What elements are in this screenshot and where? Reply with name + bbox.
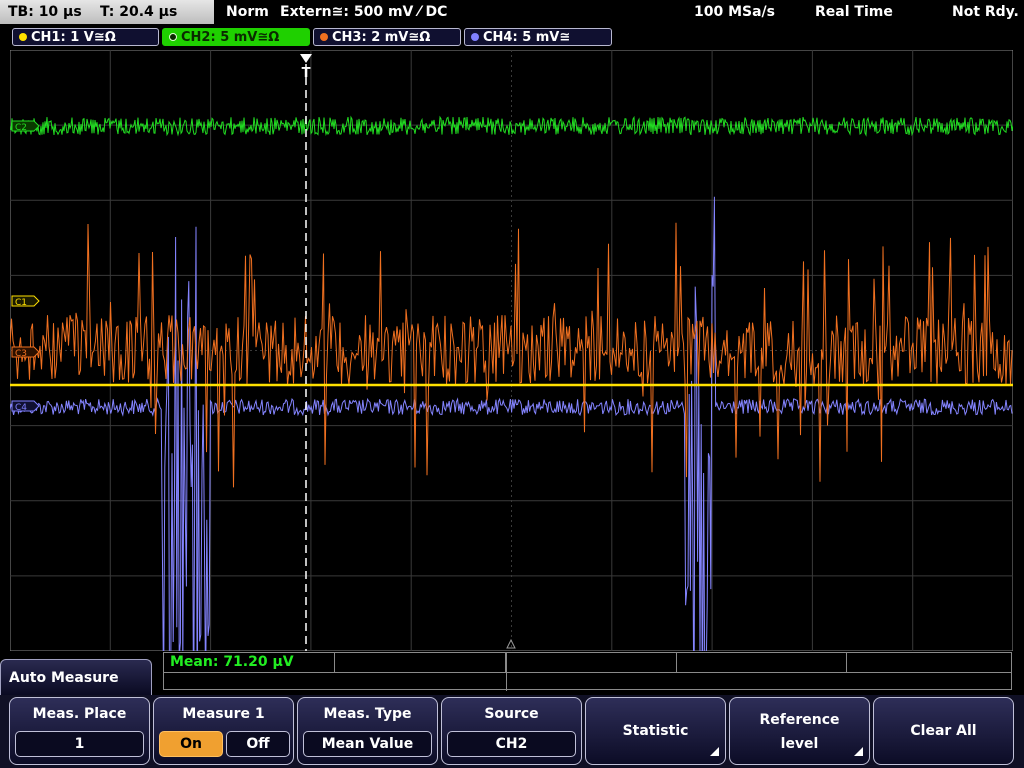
reference-level-softkey[interactable]: Reference level [729,697,870,765]
meas-type-softkey[interactable]: Meas. Type Mean Value [297,697,438,765]
trigger-time-readout: T: 20.4 µs [100,4,178,20]
ch4-label: CH4: 5 mV≅ [483,30,571,45]
meas-cell-5 [847,653,1013,672]
submenu-arrow-icon [710,747,719,756]
meas-place-value[interactable]: 1 [15,731,144,757]
ch2-marker-text: C2 [15,123,27,133]
ch4-marker-text: C4 [15,403,27,413]
measure1-off-toggle[interactable]: Off [226,731,290,757]
ch1-marker-text: C1 [15,298,27,308]
trigger-marker-label: T [302,66,311,81]
measurement-results-panel: Mean: 71.20 µV [163,652,1013,691]
ch3-label: CH3: 2 mV≅Ω [332,30,431,45]
meas-place-label: Meas. Place [32,706,127,722]
statistic-softkey[interactable]: Statistic [585,697,726,765]
ch1-label: CH1: 1 V≅Ω [31,30,116,45]
sample-rate: 100 MSa/s [694,4,776,20]
ch3-dot-icon [320,33,328,41]
source-value[interactable]: CH2 [447,731,576,757]
menu-title: Auto Measure [0,659,152,695]
measure1-on-toggle[interactable]: On [159,731,223,757]
meas-type-label: Meas. Type [323,706,412,722]
ch3-marker-text: C3 [15,349,27,359]
reference-label-line2: level [780,736,819,752]
statistic-label: Statistic [622,723,689,739]
meas-cell-2 [335,653,506,672]
ch4-dot-icon [471,33,479,41]
source-softkey[interactable]: Source CH2 [441,697,582,765]
clear-all-softkey[interactable]: Clear All [873,697,1014,765]
ch1-dot-icon [19,33,27,41]
meas-row-divider [164,672,1011,673]
mean-measurement-value: Mean: 71.20 µV [170,654,294,670]
timebase-readout: TB: 10 µs [8,4,82,20]
waveform-display[interactable]: T C2 C1 C3 C4 [10,50,1013,651]
trigger-mode[interactable]: Norm [226,0,269,24]
meas-cell-3 [506,653,677,672]
meas-center-divider [506,653,507,691]
acquisition-mode: Real Time [815,4,893,20]
channel-tab-ch4[interactable]: CH4: 5 mV≅ [464,28,612,46]
ch2-dot-icon [169,33,177,41]
channel-tab-ch3[interactable]: CH3: 2 mV≅Ω [313,28,461,46]
measure1-softkey[interactable]: Measure 1 On Off [153,697,294,765]
meas-place-softkey[interactable]: Meas. Place 1 [9,697,150,765]
reference-label-line1: Reference [759,712,840,728]
timebase-box[interactable]: TB: 10 µs T: 20.4 µs [0,0,214,24]
ch2-label: CH2: 5 mV≅Ω [181,30,280,45]
source-label: Source [484,706,539,722]
trigger-status: Not Rdy. [952,4,1019,20]
submenu-arrow-icon [854,747,863,756]
meas-cell-4 [677,653,847,672]
channel-tab-ch1[interactable]: CH1: 1 V≅Ω [12,28,159,46]
status-bar: TB: 10 µs T: 20.4 µs Norm Extern≅: 500 m… [0,0,1024,24]
measure1-label: Measure 1 [182,706,265,722]
clear-all-label: Clear All [910,723,977,739]
channel-tab-ch2[interactable]: CH2: 5 mV≅Ω [162,28,310,46]
meas-type-value[interactable]: Mean Value [303,731,432,757]
trigger-source[interactable]: Extern≅: 500 mV ⁄ DC [280,0,447,24]
